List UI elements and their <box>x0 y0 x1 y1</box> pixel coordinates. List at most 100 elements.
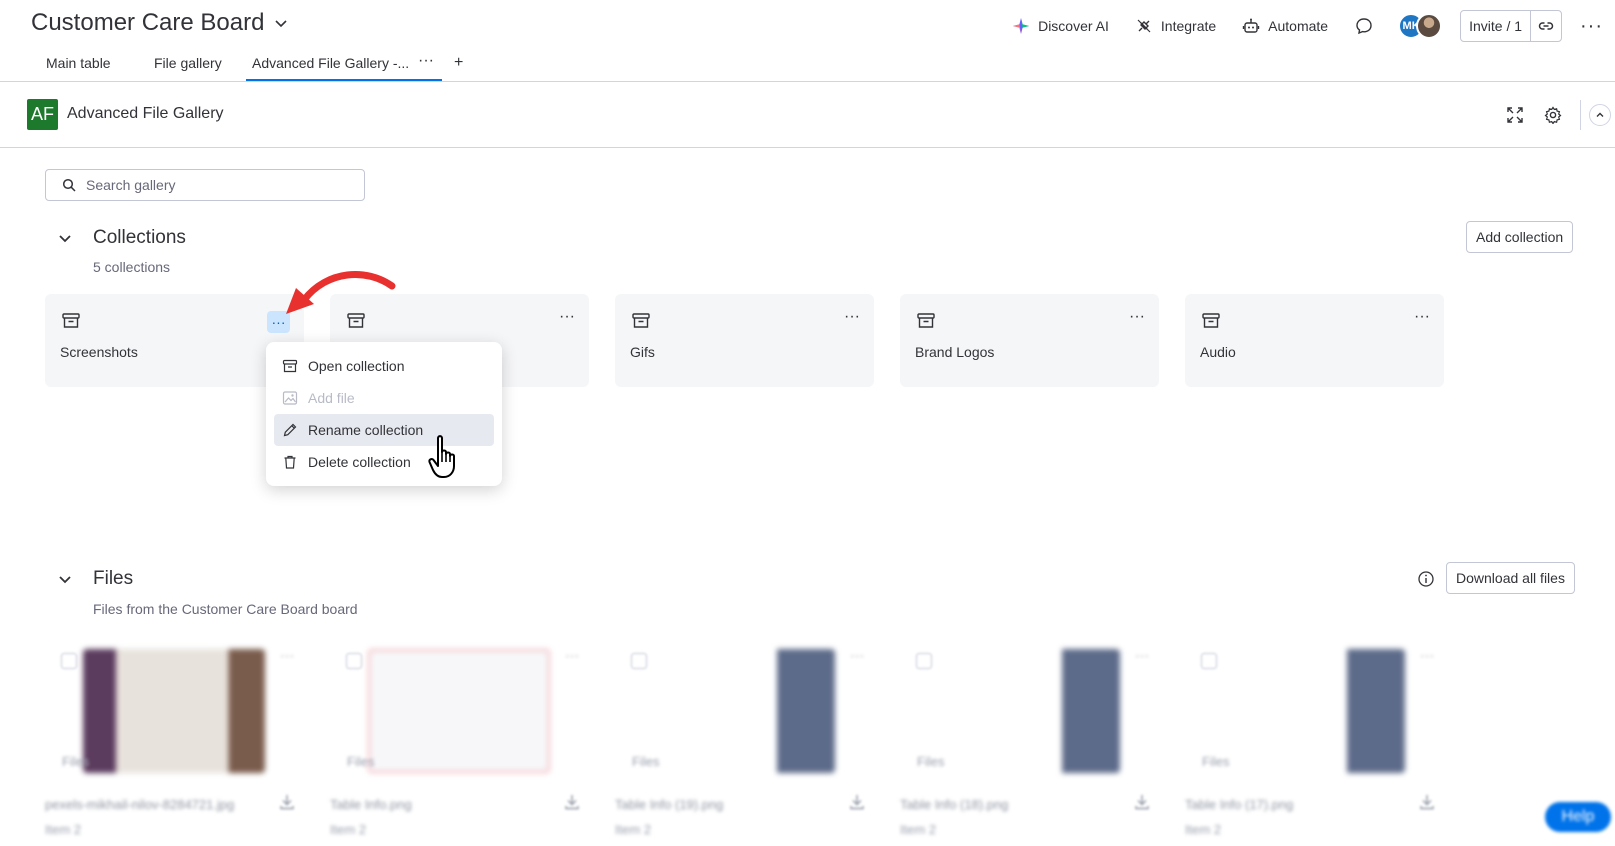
files-subtitle: Files from the Customer Care Board board <box>93 601 358 617</box>
app-header: AF Advanced File Gallery <box>0 82 1615 148</box>
file-checkbox[interactable] <box>631 653 647 669</box>
gear-icon <box>1544 106 1562 124</box>
files-toggle-chevron-icon[interactable] <box>56 570 74 588</box>
board-title-text: Customer Care Board <box>31 9 265 36</box>
file-thumbnail[interactable] <box>368 649 550 773</box>
file-more-button[interactable]: ··· <box>850 647 864 663</box>
invite-group: Invite / 1 <box>1460 10 1563 42</box>
automate-button[interactable]: Automate <box>1242 17 1328 35</box>
collection-card-brand-logos[interactable]: ··· Brand Logos <box>900 294 1159 387</box>
info-icon[interactable] <box>1417 570 1435 588</box>
collection-more-button-active[interactable]: ··· <box>267 311 290 333</box>
file-badge: Files <box>347 754 375 769</box>
search-gallery <box>45 169 365 201</box>
expand-icon <box>1507 107 1523 123</box>
download-icon[interactable] <box>1418 793 1436 811</box>
download-icon[interactable] <box>563 793 581 811</box>
board-more-button[interactable]: ··· <box>1580 15 1603 38</box>
chat-bubble-icon[interactable] <box>1354 16 1374 36</box>
file-more-button[interactable]: ··· <box>1420 647 1434 663</box>
archive-icon <box>62 313 80 328</box>
download-all-files-button[interactable]: Download all files <box>1446 562 1575 594</box>
files-title: Files <box>93 568 134 589</box>
collection-more-button[interactable]: ··· <box>1129 308 1145 326</box>
collection-name: Brand Logos <box>915 344 995 360</box>
file-thumbnail[interactable] <box>653 649 835 773</box>
file-name: Table Info (19).png <box>615 797 724 812</box>
file-more-button[interactable]: ··· <box>1135 647 1149 663</box>
search-icon <box>62 178 76 192</box>
collection-more-button[interactable]: ··· <box>1414 308 1430 326</box>
add-collection-button[interactable]: Add collection <box>1466 221 1574 253</box>
archive-icon <box>1202 313 1220 328</box>
pointer-hand-icon <box>428 435 455 478</box>
collections-toggle-chevron-icon[interactable] <box>56 229 74 247</box>
board-title[interactable]: Customer Care Board <box>31 9 288 37</box>
help-button[interactable]: Help <box>1545 802 1611 832</box>
chevron-up-icon <box>1596 112 1604 117</box>
view-tabs: Main table File gallery Advanced File Ga… <box>0 50 1615 82</box>
menu-item-add-file[interactable]: Add file <box>274 382 494 414</box>
collections-count: 5 collections <box>93 259 171 275</box>
discover-ai-button[interactable]: Discover AI <box>1012 17 1109 35</box>
file-thumbnail[interactable] <box>83 649 265 773</box>
menu-item-label: Open collection <box>308 358 405 374</box>
collection-card-audio[interactable]: ··· Audio <box>1185 294 1444 387</box>
archive-icon <box>917 313 935 328</box>
file-item-label: Item 2 <box>1185 822 1222 837</box>
menu-item-label: Add file <box>308 390 355 406</box>
collections-title: Collections <box>93 227 186 248</box>
file-badge: Files <box>62 754 90 769</box>
file-more-button[interactable]: ··· <box>565 647 579 663</box>
collection-card-gifs[interactable]: ··· Gifs <box>615 294 874 387</box>
avatars[interactable]: MK <box>1398 13 1443 39</box>
app-tools <box>1504 100 1615 130</box>
file-item-label: Item 2 <box>330 822 367 837</box>
tab-advanced-file-gallery[interactable]: Advanced File Gallery -... <box>246 55 442 81</box>
tab-main-table[interactable]: Main table <box>46 55 111 71</box>
integrate-button[interactable]: Integrate <box>1135 17 1216 35</box>
file-name: Table Info (18).png <box>900 797 1009 812</box>
file-item-label: Item 2 <box>900 822 937 837</box>
file-checkbox[interactable] <box>916 653 932 669</box>
collection-more-button[interactable]: ··· <box>559 308 575 326</box>
file-item-label: Item 2 <box>45 822 82 837</box>
top-bar: Customer Care Board Discover AI Integrat… <box>0 0 1615 50</box>
file-checkbox[interactable] <box>1201 653 1217 669</box>
menu-item-open-collection[interactable]: Open collection <box>274 350 494 382</box>
trash-icon <box>284 455 296 469</box>
integrate-label: Integrate <box>1160 18 1217 34</box>
settings-button[interactable] <box>1542 104 1564 126</box>
archive-icon <box>282 359 298 373</box>
collection-name: Audio <box>1200 344 1236 360</box>
download-icon[interactable] <box>278 793 296 811</box>
add-view-button[interactable]: + <box>454 54 463 72</box>
image-icon <box>282 391 298 405</box>
plug-icon <box>1137 19 1151 33</box>
download-icon[interactable] <box>1133 793 1151 811</box>
collection-more-button[interactable]: ··· <box>844 308 860 326</box>
collection-context-menu: Open collection Add file Rename collecti… <box>266 342 502 486</box>
tools-divider <box>1580 100 1581 130</box>
invite-button[interactable]: Invite / 1 <box>1461 11 1532 41</box>
automate-label: Automate <box>1268 18 1329 34</box>
file-name: Table Info.png <box>330 797 412 812</box>
copy-link-button[interactable] <box>1531 11 1561 41</box>
file-item-label: Item 2 <box>615 822 652 837</box>
collapse-header-button[interactable] <box>1589 104 1611 126</box>
search-input[interactable] <box>86 177 346 193</box>
menu-item-label: Rename collection <box>308 422 424 438</box>
file-checkbox[interactable] <box>61 653 77 669</box>
download-icon[interactable] <box>848 793 866 811</box>
file-badge: Files <box>917 754 945 769</box>
file-more-button[interactable]: ··· <box>280 647 294 663</box>
file-name: pexels-mikhail-nilov-8284721.jpg <box>45 797 235 812</box>
file-checkbox[interactable] <box>346 653 362 669</box>
file-thumbnail[interactable] <box>938 649 1120 773</box>
collection-name: Screenshots <box>60 344 138 360</box>
fullscreen-button[interactable] <box>1504 104 1526 126</box>
file-thumbnail[interactable] <box>1223 649 1405 773</box>
tab-file-gallery[interactable]: File gallery <box>154 55 222 71</box>
file-name: Table Info (17).png <box>1185 797 1294 812</box>
tab-more-button[interactable]: ··· <box>418 52 434 70</box>
